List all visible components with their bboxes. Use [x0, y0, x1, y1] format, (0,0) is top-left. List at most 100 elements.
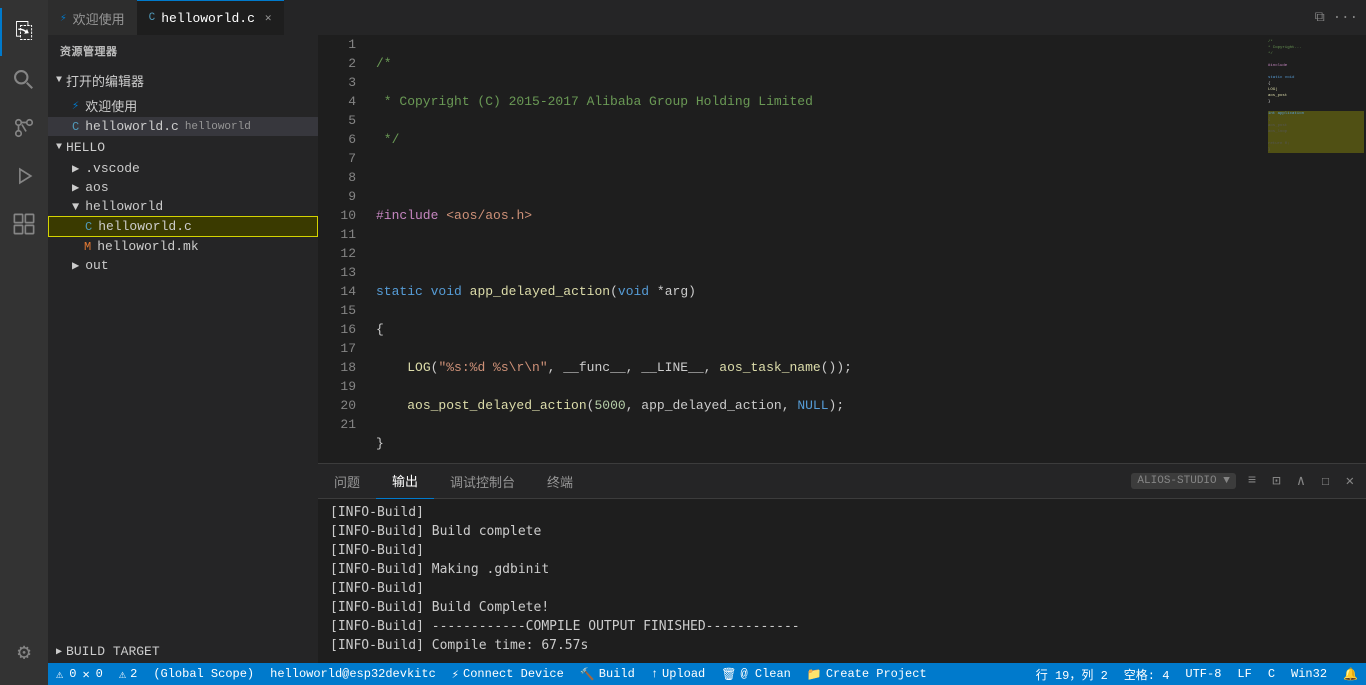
create-project-item[interactable]: 📁 Create Project — [799, 663, 935, 685]
warning-count: 0 — [96, 667, 103, 681]
line-col-item[interactable]: 行 19，列 2 — [1028, 663, 1116, 685]
project-name-text: helloworld@esp32devkitc — [270, 667, 436, 681]
tab-bar: ⚡ 欢迎使用 C helloworld.c ✕ ⧉ ··· — [48, 0, 1366, 35]
connect-device-icon: ⚡ — [452, 667, 459, 682]
source-control-icon[interactable] — [0, 104, 48, 152]
notifications-item[interactable]: 🔔 — [1335, 663, 1366, 685]
code-container[interactable]: 12345 678910 1112131415 1617181920 21 /*… — [318, 35, 1366, 463]
code-line-11: } — [376, 434, 1266, 453]
line-numbers: 12345 678910 1112131415 1617181920 21 — [318, 35, 368, 463]
helloworld-label-tag: helloworld — [185, 121, 251, 133]
extensions-icon[interactable] — [0, 200, 48, 248]
connect-device-label: Connect Device — [463, 667, 564, 681]
build-target[interactable]: ▶ BUILD TARGET — [48, 640, 318, 663]
info-icon: ⚠ — [119, 667, 126, 682]
panel-tab-terminal-label: 终端 — [547, 472, 573, 491]
panel-collapse-icon[interactable]: ∧ — [1293, 473, 1309, 490]
panel-tab-debug-label: 调试控制台 — [450, 472, 515, 491]
code-line-4 — [376, 168, 1266, 187]
split-editor-icon[interactable]: ⧉ — [1315, 10, 1325, 26]
error-icon: ⚠ — [56, 667, 63, 682]
platform-text: Win32 — [1291, 667, 1327, 681]
debug-icon[interactable] — [0, 152, 48, 200]
line-ending-item[interactable]: LF — [1229, 663, 1259, 685]
upload-label: Upload — [662, 667, 705, 681]
sidebar-item-out[interactable]: ▶ out — [48, 256, 318, 275]
panel-tab-output[interactable]: 输出 — [376, 464, 434, 499]
info-count-item[interactable]: ⚠ 2 — [111, 663, 145, 685]
line-col-text: 行 19，列 2 — [1036, 666, 1108, 683]
project-name-label: HELLO — [66, 140, 105, 155]
main-layout: ⚡ 欢迎使用 C helloworld.c ✕ ⧉ ··· 资源管理器 ▼ 打开… — [48, 0, 1366, 685]
project-header[interactable]: ▼ HELLO — [48, 136, 318, 159]
helloworld-mk-name: helloworld.mk — [97, 239, 198, 254]
scope-item[interactable]: (Global Scope) — [145, 663, 262, 685]
error-warning-item[interactable]: ⚠ 0 ✕ 0 — [48, 663, 111, 685]
encoding-item[interactable]: UTF-8 — [1177, 663, 1229, 685]
code-editor[interactable]: /* * Copyright (C) 2015-2017 Alibaba Gro… — [368, 35, 1266, 463]
output-line-2: [INFO-Build] Build complete — [330, 522, 1354, 541]
build-label: Build — [599, 667, 635, 681]
clean-icon: 🗑 — [721, 667, 736, 682]
helloworld-tab-icon: C — [149, 12, 156, 24]
line-ending-text: LF — [1237, 667, 1251, 681]
sidebar-item-helloworld-mk[interactable]: M helloworld.mk — [48, 237, 318, 256]
code-line-5: #include <aos/aos.h> — [376, 206, 1266, 225]
out-folder-name: out — [85, 258, 108, 273]
open-editors-chevron: ▼ — [56, 75, 62, 86]
sidebar-item-vscode[interactable]: ▶ .vscode — [48, 159, 318, 178]
code-line-6 — [376, 244, 1266, 263]
panel-tabs: 问题 输出 调试控制台 终端 ALIOS-STUDIO ▼ ≡ ⊡ — [318, 464, 1366, 499]
open-editor-welcome[interactable]: ⚡ 欢迎使用 — [48, 94, 318, 117]
error-count: 0 — [69, 667, 76, 681]
panel-tab-debug[interactable]: 调试控制台 — [434, 464, 531, 499]
spaces-item[interactable]: 空格: 4 — [1116, 663, 1178, 685]
info-count: 2 — [130, 667, 137, 681]
sidebar-item-helloworld-c[interactable]: C helloworld.c — [48, 216, 318, 237]
connect-device-item[interactable]: ⚡ Connect Device — [444, 663, 572, 685]
tab-welcome[interactable]: ⚡ 欢迎使用 — [48, 0, 137, 35]
panel-tab-problems-label: 问题 — [334, 472, 360, 491]
files-icon[interactable]: ⎘ — [0, 8, 48, 56]
panel-close-icon[interactable]: ✕ — [1342, 473, 1358, 490]
output-line-1: [INFO-Build] — [330, 503, 1354, 522]
more-actions-icon[interactable]: ··· — [1333, 10, 1358, 26]
panel-tab-terminal[interactable]: 终端 — [531, 464, 589, 499]
search-icon[interactable] — [0, 56, 48, 104]
panel-right-controls: ALIOS-STUDIO ▼ ≡ ⊡ ∧ ☐ ✕ — [1131, 473, 1366, 490]
status-bar-left: ⚠ 0 ✕ 0 ⚠ 2 (Global Scope) helloworld@es… — [48, 663, 935, 685]
out-folder-icon: ▶ — [72, 258, 79, 273]
editor-area: 12345 678910 1112131415 1617181920 21 /*… — [318, 35, 1366, 463]
tab-close-button[interactable]: ✕ — [265, 11, 272, 25]
build-item[interactable]: 🔨 Build — [572, 663, 643, 685]
panel-maximize-icon[interactable]: ☐ — [1317, 473, 1333, 490]
helloworld-folder-icon: ▼ — [72, 200, 79, 214]
output-line-6: [INFO-Build] Build Complete! — [330, 598, 1354, 617]
open-editor-helloworld[interactable]: C helloworld.c helloworld — [48, 117, 318, 136]
open-editors-header[interactable]: ▼ 打开的编辑器 — [48, 67, 318, 94]
output-line-4: [INFO-Build] Making .gdbinit — [330, 560, 1354, 579]
language-item[interactable]: C — [1260, 663, 1283, 685]
output-line-8: [INFO-Build] Compile time: 67.57s — [330, 636, 1354, 655]
code-line-1: /* — [376, 54, 1266, 73]
platform-item[interactable]: Win32 — [1283, 663, 1335, 685]
aos-folder-icon: ▶ — [72, 180, 79, 195]
code-line-9: LOG("%s:%d %s\r\n", __func__, __LINE__, … — [376, 358, 1266, 377]
sidebar-item-helloworld-folder[interactable]: ▼ helloworld — [48, 197, 318, 216]
tab-helloworld[interactable]: C helloworld.c ✕ — [137, 0, 284, 35]
upload-item[interactable]: ↑ Upload — [643, 663, 713, 685]
panel-clear-icon[interactable]: ≡ — [1244, 473, 1260, 489]
panel-tab-problems[interactable]: 问题 — [318, 464, 376, 499]
panel-copy-icon[interactable]: ⊡ — [1268, 473, 1284, 490]
sidebar-item-aos[interactable]: ▶ aos — [48, 178, 318, 197]
clean-item[interactable]: 🗑 @ Clean — [713, 663, 799, 685]
panel-tab-output-label: 输出 — [392, 471, 418, 490]
editor-panel-column: 12345 678910 1112131415 1617181920 21 /*… — [318, 35, 1366, 663]
alios-studio-dropdown[interactable]: ALIOS-STUDIO ▼ — [1131, 473, 1235, 489]
project-name-item[interactable]: helloworld@esp32devkitc — [262, 663, 444, 685]
warning-icon: ✕ — [82, 667, 89, 682]
build-target-chevron: ▶ — [56, 646, 62, 658]
welcome-file-icon: ⚡ — [72, 98, 79, 113]
settings-icon[interactable]: ⚙ — [0, 629, 48, 677]
activity-bar-bottom: ⚙ — [0, 629, 48, 685]
